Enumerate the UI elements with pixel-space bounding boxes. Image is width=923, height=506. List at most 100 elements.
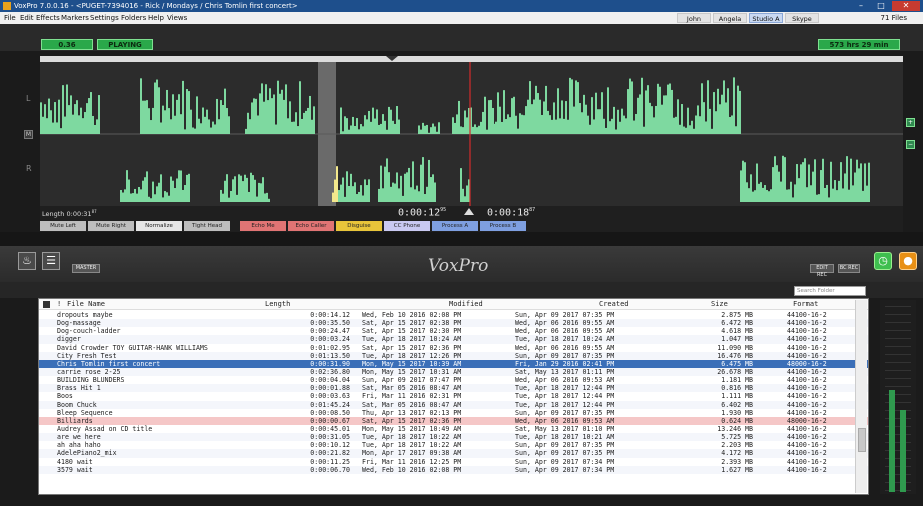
format-cell: 44100-16-2 (787, 400, 827, 409)
col-length[interactable]: Length (265, 299, 290, 310)
file-row[interactable]: Boos 0:00:03.63 Fri, Mar 11 2016 02:31 PM T… (39, 392, 868, 400)
time-bar: Length 0:00:3187 0:00:1295 0:00:1887 (40, 206, 903, 220)
fx-mute-right-button[interactable]: Mute Right (88, 221, 134, 231)
user-tab-skype[interactable]: Skype (785, 13, 819, 23)
waveform-canvas[interactable] (40, 56, 903, 206)
left-channel-wave-bar (699, 116, 701, 134)
fx-cc-phone-button[interactable]: CC Phone (384, 221, 430, 231)
left-channel-wave-bar (531, 104, 533, 134)
file-list-scrollbar[interactable] (855, 300, 867, 493)
left-channel-wave-bar (150, 120, 152, 134)
playlist-icon[interactable]: ☰ (42, 252, 60, 270)
fx-mute-left-button[interactable]: Mute Left (40, 221, 86, 231)
col-modified[interactable]: Modified (449, 299, 483, 310)
file-row[interactable]: City Fresh Test 0:01:13.50 Tue, Apr 18 201… (39, 351, 868, 360)
file-row[interactable]: are we here 0:00:31.05 Tue, Apr 18 2017 10… (39, 433, 868, 442)
file-row[interactable]: carrie rose 2-25 0:02:36.80 Mon, May 15 20… (39, 367, 868, 377)
right-channel-wave-bar (756, 163, 758, 202)
right-channel-wave-bar (338, 190, 340, 202)
file-row[interactable]: BUILDING BLUNDERS 0:00:04.04 Sun, Apr 09 2… (39, 376, 868, 384)
col-file-name[interactable]: File Name (67, 299, 105, 310)
file-row[interactable]: Billiards 0:00:00.67 Sat, Apr 15 2017 02:3… (39, 416, 868, 425)
level-meter (880, 300, 916, 494)
left-channel-wave-bar (645, 90, 647, 134)
col-flag[interactable]: ! (57, 299, 61, 310)
menu-folders[interactable]: Folders (121, 12, 146, 24)
right-channel-wave-bar (390, 186, 392, 202)
col-format[interactable]: Format (793, 299, 818, 310)
search-folder-input[interactable]: Search Folder (794, 286, 866, 296)
left-channel-wave-bar (378, 124, 380, 134)
fx-echo-me-button[interactable]: Echo Me (240, 221, 286, 231)
menu-edit[interactable]: Edit (20, 12, 34, 24)
left-channel-wave-bar (689, 125, 691, 134)
file-row[interactable]: 4180 wait 0:00:11.25 Fri, Mar 11 2016 12:2… (39, 458, 868, 466)
col-size[interactable]: Size (711, 299, 728, 310)
modified-cell: Tue, Apr 18 2017 12:26 PM (362, 351, 462, 360)
microphone-icon[interactable]: ● (899, 252, 917, 270)
menu-help[interactable]: Help (148, 12, 164, 24)
fx-disguise-button[interactable]: Disguise (336, 221, 382, 231)
menu-file[interactable]: File (4, 12, 16, 24)
edit-rec-button[interactable]: EDIT REC (810, 264, 834, 278)
created-cell: Wed, Apr 06 2016 09:55 AM (515, 343, 615, 352)
right-channel-wave-bar (814, 159, 816, 202)
file-row[interactable]: Brass Hit 1 0:00:01.88 Sat, Mar 05 2016 08… (39, 384, 868, 393)
file-row[interactable]: Bleep Sequence 0:00:08.50 Thu, Apr 13 2017… (39, 408, 868, 417)
waveform-editor[interactable] (40, 56, 903, 206)
waveform-scroll-bar[interactable] (40, 56, 903, 62)
minimize-button[interactable]: – (852, 1, 870, 11)
left-channel-wave-bar (301, 118, 303, 134)
right-channel-wave-bar (792, 197, 794, 202)
user-tab-angela[interactable]: Angela (713, 13, 747, 23)
fx-process-a-button[interactable]: Process A (432, 221, 478, 231)
meter-tick (885, 330, 911, 331)
bc-rec-button[interactable]: BC REC (838, 264, 860, 273)
play-position-marker-icon[interactable] (464, 208, 474, 215)
file-row[interactable]: Boom Chuck 0:01:45.24 Sat, Mar 05 2016 08:… (39, 400, 868, 409)
maximize-button[interactable]: □ (872, 1, 890, 11)
fx-process-b-button[interactable]: Process B (480, 221, 526, 231)
left-channel-wave-bar (348, 129, 350, 134)
left-channel-wave-bar (188, 91, 190, 134)
master-button[interactable]: MASTER (72, 264, 100, 273)
timer-icon[interactable]: ◷ (874, 252, 892, 270)
left-channel-wave-bar (313, 106, 315, 134)
right-channel-wave-bar (810, 185, 812, 202)
close-button[interactable]: ✕ (892, 1, 920, 11)
file-row[interactable]: dropouts maybe 0:00:14.12 Wed, Feb 10 2016… (39, 311, 868, 319)
file-row[interactable]: Dog-couch-ladder 0:00:24.47 Sat, Apr 15 20… (39, 327, 868, 335)
file-row[interactable]: Dog-massage 0:00:35.50 Sat, Apr 15 2017 02… (39, 319, 868, 328)
file-row[interactable]: ah aha haho 0:00:10.12 Tue, Apr 18 2017 10… (39, 441, 868, 449)
meter-tick (885, 402, 911, 403)
left-channel-wave-bar (354, 126, 356, 134)
file-row[interactable]: Chris Tomlin first concert 0:00:31.90 Mon,… (39, 359, 868, 368)
file-row[interactable]: AdelePiano2_mix 0:00:21.82 Mon, Apr 17 201… (39, 449, 868, 458)
menu-views[interactable]: Views (167, 12, 187, 24)
fire-icon[interactable]: ♨ (18, 252, 36, 270)
fx-normalize-button[interactable]: Normalize (136, 221, 182, 231)
left-channel-wave-bar (66, 84, 68, 134)
fx-echo-caller-button[interactable]: Echo Caller (288, 221, 334, 231)
file-row[interactable]: Audrey Assad on CD title 0:00:45.01 Mon, M… (39, 425, 868, 433)
user-tab-studio-a[interactable]: Studio A (749, 13, 783, 23)
file-row[interactable]: David Crowder TOY GUITAR-HANK WILLIAMS 0:… (39, 343, 868, 352)
col-created[interactable]: Created (599, 299, 629, 310)
right-channel-wave-bar (246, 177, 248, 202)
file-row[interactable]: 3579 wait 0:00:06.70 Wed, Feb 10 2016 02:0… (39, 465, 868, 474)
scrollbar-thumb[interactable] (858, 428, 866, 452)
zoom-in-icon[interactable]: + (906, 118, 915, 127)
zoom-out-icon[interactable]: − (906, 140, 915, 149)
length-cell: 0:00:31.05 (310, 433, 350, 442)
select-all-checkbox[interactable] (43, 301, 50, 308)
menu-markers[interactable]: Markers (61, 12, 89, 24)
mono-toggle-button[interactable]: M (24, 130, 33, 139)
right-channel-wave-bar (248, 191, 250, 202)
file-row[interactable]: digger 0:00:03.24 Tue, Apr 18 2017 10:24 A… (39, 335, 868, 344)
left-channel-wave-bar (434, 126, 436, 134)
menu-effects[interactable]: Effects (36, 12, 60, 24)
user-tab-john[interactable]: John (677, 13, 711, 23)
modified-cell: Thu, Apr 13 2017 02:13 PM (362, 408, 462, 417)
menu-settings[interactable]: Settings (90, 12, 119, 24)
fx-tight-head-button[interactable]: Tight Head (184, 221, 230, 231)
